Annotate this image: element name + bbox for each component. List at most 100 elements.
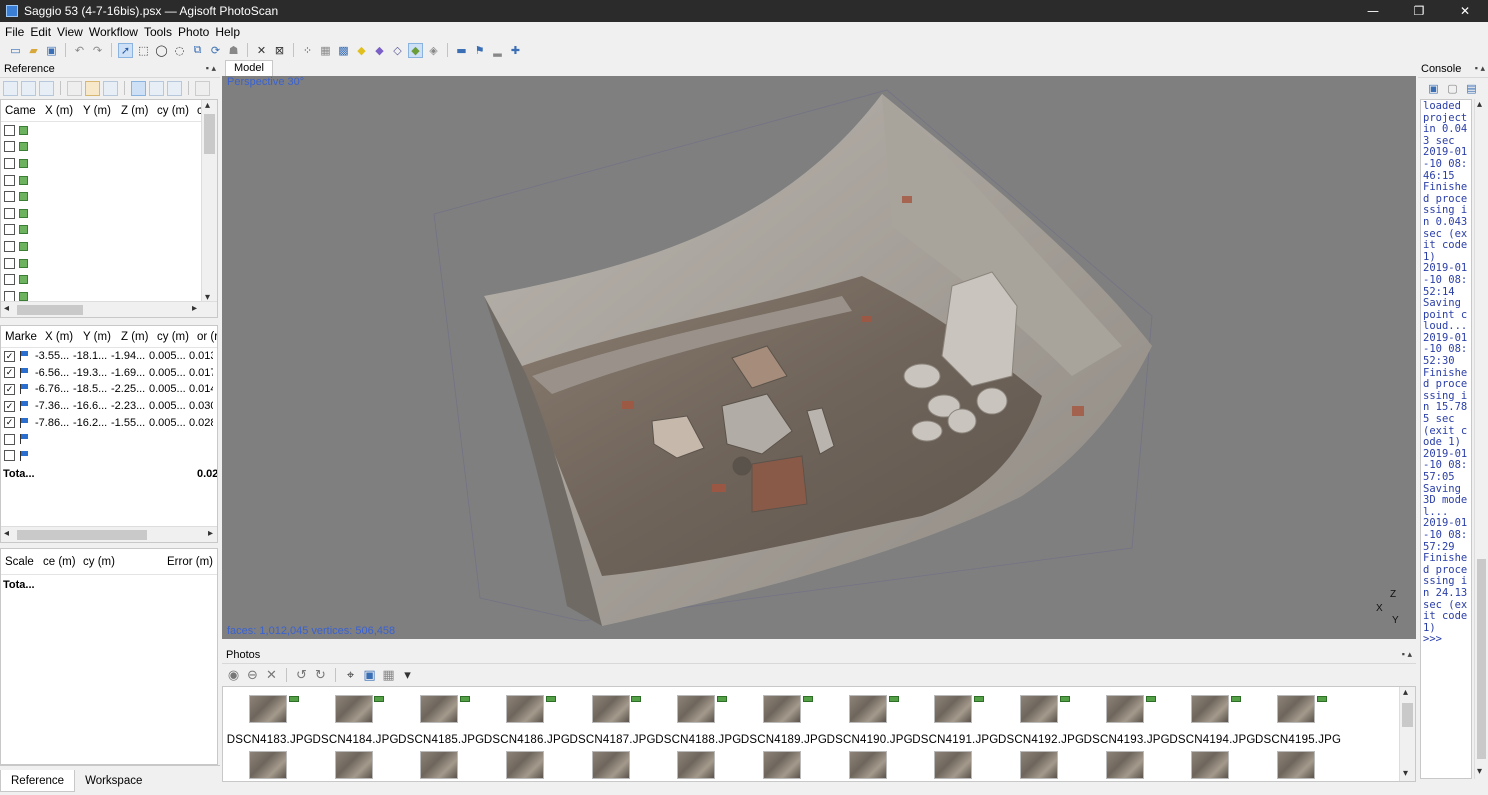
photo-thumbnail[interactable] (570, 751, 656, 779)
marker-row[interactable]: ✓ -3.55...-18.1...-1.94...0.005...0.013 (1, 348, 217, 365)
col-z[interactable]: Z (m) (117, 105, 153, 117)
menu-help[interactable]: Help (212, 25, 243, 39)
photo-thumbnail[interactable] (313, 751, 399, 779)
marker-row[interactable]: ✓ -7.86...-16.2...-1.55...0.005...0.028 (1, 414, 217, 431)
open-project-icon[interactable]: ▰ (26, 43, 41, 58)
marker-row[interactable] (1, 431, 217, 448)
menu-photo[interactable]: Photo (175, 25, 212, 39)
point-cloud-icon[interactable]: ⁘ (300, 43, 315, 58)
camera-enable-checkbox[interactable] (4, 157, 15, 169)
pane-float-icon[interactable]: ▪ ▴ (206, 63, 216, 74)
photo-thumbnail[interactable]: DSCN4195.JPG (1255, 695, 1341, 746)
rotate-right-icon[interactable]: ↻ (313, 668, 328, 683)
reference-settings-icon[interactable] (195, 80, 210, 96)
camera-enable-checkbox[interactable] (4, 141, 15, 153)
scroll-up-arrow[interactable]: ▴ (205, 100, 210, 111)
remove-camera-icon[interactable]: ✕ (264, 668, 279, 683)
photo-thumbnail[interactable] (398, 751, 484, 779)
camera-enable-checkbox[interactable] (4, 124, 15, 136)
markers-horizontal-scrollbar[interactable]: ◂ ▸ (1, 526, 217, 542)
col-error[interactable]: Error (m) (163, 556, 217, 568)
camera-row[interactable] (1, 271, 217, 288)
camera-row[interactable] (1, 122, 217, 139)
photo-thumbnail[interactable]: DSCN4186.JPG (484, 695, 570, 746)
cameras-horizontal-scrollbar[interactable]: ◂ ▸ (1, 301, 217, 317)
enable-camera-icon[interactable]: ◉ (226, 668, 241, 683)
restore-button[interactable]: ❐ (1396, 0, 1442, 22)
col-y[interactable]: Y (m) (79, 331, 117, 343)
col-markers[interactable]: Marke (1, 331, 41, 343)
col-y[interactable]: Y (m) (79, 105, 117, 117)
free-form-selection-icon[interactable]: ◌ (172, 43, 187, 58)
scroll-left-arrow[interactable]: ◂ (4, 303, 9, 314)
photo-thumbnail[interactable] (827, 751, 913, 779)
photo-thumbnail[interactable]: DSCN4192.JPG (998, 695, 1084, 746)
camera-enable-checkbox[interactable] (4, 207, 15, 219)
marker-enable-checkbox[interactable] (4, 433, 15, 445)
photo-thumbnail[interactable] (484, 751, 570, 779)
scroll-down-arrow[interactable]: ▾ (1403, 768, 1408, 779)
camera-enable-checkbox[interactable] (4, 240, 15, 252)
undo-icon[interactable]: ↶ (72, 43, 87, 58)
camera-row[interactable] (1, 139, 217, 156)
camera-row[interactable] (1, 155, 217, 172)
tiled-model-icon[interactable]: ◈ (426, 43, 441, 58)
rectangle-selection-icon[interactable]: ⬚ (136, 43, 151, 58)
update-transform-icon[interactable] (103, 80, 118, 96)
export-reference-icon[interactable] (21, 80, 36, 96)
close-button[interactable]: ✕ (1442, 0, 1488, 22)
col-scalebars[interactable]: Scale (1, 556, 39, 568)
tab-model[interactable]: Model (225, 60, 273, 76)
col-cameras[interactable]: Came (1, 105, 41, 117)
reset-filter-icon[interactable]: ▣ (362, 668, 377, 683)
save-project-icon[interactable]: ▣ (44, 43, 59, 58)
menu-tools[interactable]: Tools (141, 25, 175, 39)
optimize-cameras-icon[interactable] (85, 80, 100, 96)
pane-float-icon[interactable]: ▪ ▴ (1475, 63, 1485, 74)
col-z[interactable]: Z (m) (117, 331, 153, 343)
photo-thumbnail[interactable] (1170, 751, 1256, 779)
delete-selection-icon[interactable]: ✕ (254, 43, 269, 58)
view-source-icon[interactable] (131, 80, 146, 96)
marker-enable-checkbox[interactable]: ✓ (4, 350, 15, 362)
menu-file[interactable]: File (2, 25, 27, 39)
photo-thumbnail[interactable]: DSCN4188.JPG (655, 695, 741, 746)
photo-thumbnail[interactable]: DSCN4183.JPG (227, 695, 313, 746)
scroll-left-arrow[interactable]: ◂ (4, 528, 9, 539)
camera-row[interactable] (1, 172, 217, 189)
view-options-dropdown-icon[interactable]: ▾ (400, 668, 415, 683)
circle-selection-icon[interactable]: ◯ (154, 43, 169, 58)
photo-thumbnail[interactable]: DSCN4191.JPG (912, 695, 998, 746)
camera-enable-checkbox[interactable] (4, 224, 15, 236)
model-viewport[interactable]: Perspective 30° faces: 1,012,045 vertice… (222, 76, 1416, 639)
photo-thumbnail[interactable] (1255, 751, 1341, 779)
dense-cloud-classes-icon[interactable]: ▩ (336, 43, 351, 58)
scroll-right-arrow[interactable]: ▸ (208, 528, 213, 539)
camera-enable-checkbox[interactable] (4, 274, 15, 286)
view-errors-icon[interactable] (167, 80, 182, 96)
navigation-pointer-icon[interactable]: ➚ (118, 42, 133, 58)
col-accuracy[interactable]: cy (m) (79, 556, 163, 568)
marker-enable-checkbox[interactable] (4, 450, 15, 462)
col-x[interactable]: X (m) (41, 331, 79, 343)
rotate-object-icon[interactable]: ☗ (226, 43, 241, 58)
solid-model-icon[interactable]: ◆ (372, 43, 387, 58)
clear-log-icon[interactable]: ▢ (1445, 81, 1460, 96)
scroll-down-arrow[interactable]: ▾ (1477, 766, 1482, 777)
convert-reference-icon[interactable] (67, 80, 82, 96)
photo-thumbnail[interactable] (913, 751, 999, 779)
textured-model-icon[interactable]: ◆ (408, 42, 423, 58)
camera-enable-checkbox[interactable] (4, 257, 15, 269)
marker-enable-checkbox[interactable]: ✓ (4, 417, 15, 429)
crop-selection-icon[interactable]: ⊠ (272, 43, 287, 58)
photo-thumbnail[interactable] (1084, 751, 1170, 779)
marker-enable-checkbox[interactable]: ✓ (4, 383, 15, 395)
minimize-button[interactable]: — (1350, 0, 1396, 22)
col-accuracy[interactable]: cy (m) (153, 331, 193, 343)
pane-float-icon[interactable]: ▪ ▴ (1402, 649, 1412, 660)
filter-icon[interactable]: ⌖ (343, 668, 358, 683)
shaded-model-icon[interactable]: ◆ (354, 43, 369, 58)
show-markers-icon[interactable]: ⚑ (472, 43, 487, 58)
photo-thumbnail[interactable]: DSCN4194.JPG (1169, 695, 1255, 746)
rotate-left-icon[interactable]: ↺ (294, 668, 309, 683)
